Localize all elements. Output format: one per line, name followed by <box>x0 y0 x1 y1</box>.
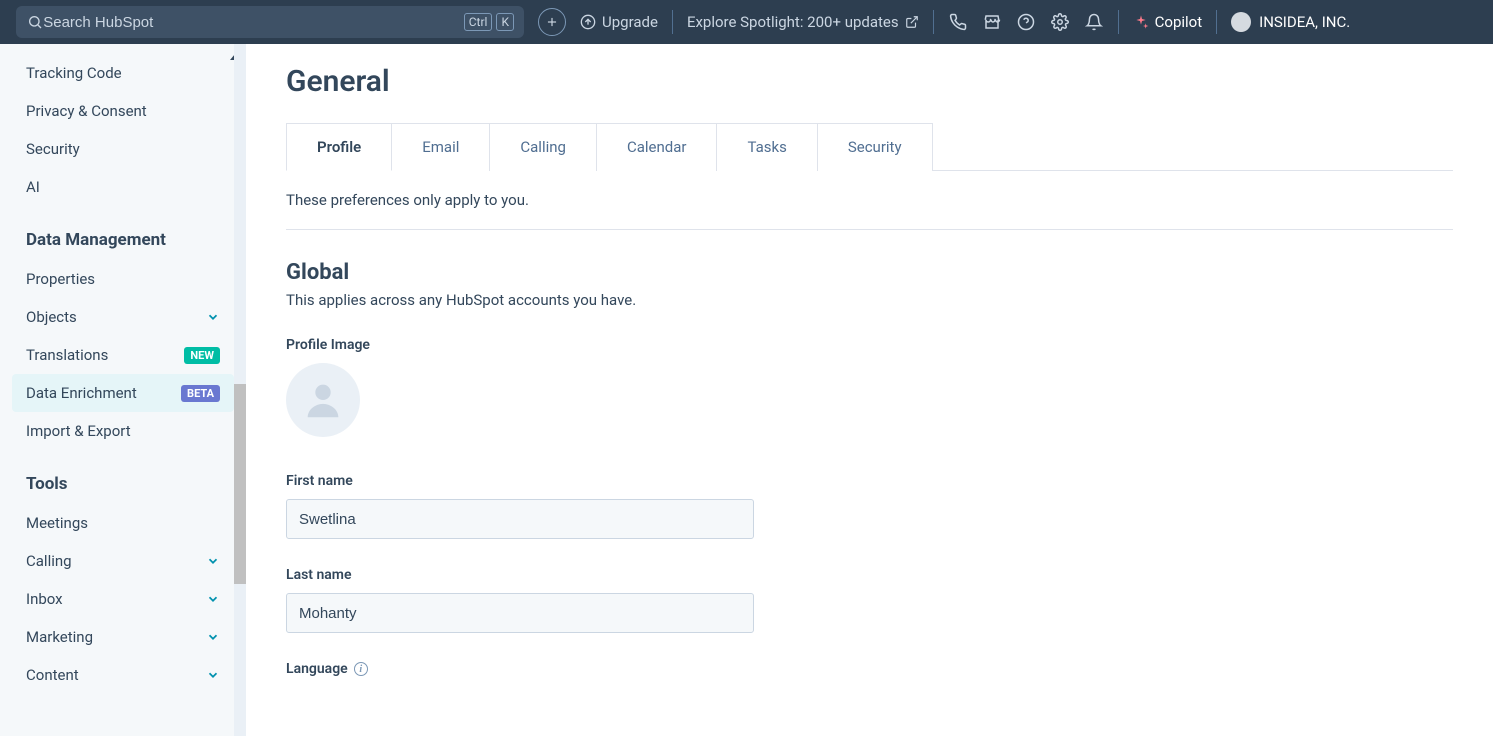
divider <box>286 229 1453 230</box>
kbd-ctrl: Ctrl <box>464 13 493 31</box>
sidebar: Tracking Code Privacy & Consent Security… <box>0 44 246 736</box>
sidebar-item-tracking-code[interactable]: Tracking Code <box>0 54 246 92</box>
sidebar-item-inbox[interactable]: Inbox <box>0 580 246 618</box>
spotlight-link[interactable]: Explore Spotlight: 200+ updates <box>687 13 919 31</box>
sparkle-icon <box>1133 14 1149 30</box>
sidebar-item-marketing[interactable]: Marketing <box>0 618 246 656</box>
label-last-name: Last name <box>286 567 1453 583</box>
main-content: General Profile Email Calling Calendar T… <box>246 44 1493 736</box>
create-button[interactable] <box>538 8 566 36</box>
sidebar-item-ai[interactable]: AI <box>0 168 246 206</box>
copilot-label: Copilot <box>1155 13 1203 31</box>
account-menu[interactable]: INSIDEA, INC. <box>1231 12 1350 32</box>
chevron-down-icon <box>206 592 220 606</box>
badge-new: NEW <box>184 347 220 364</box>
tab-email[interactable]: Email <box>392 123 490 171</box>
sidebar-item-content[interactable]: Content <box>0 656 246 694</box>
sidebar-item-security[interactable]: Security <box>0 130 246 168</box>
sidebar-item-translations[interactable]: Translations NEW <box>0 336 246 374</box>
upgrade-icon <box>580 14 596 30</box>
upgrade-label: Upgrade <box>602 13 658 31</box>
search-input[interactable] <box>43 14 464 31</box>
nav-divider <box>1118 10 1119 34</box>
tabs: Profile Email Calling Calendar Tasks Sec… <box>286 123 1453 171</box>
sidebar-heading-data-management: Data Management <box>0 206 246 260</box>
tab-profile[interactable]: Profile <box>286 123 392 171</box>
tab-security[interactable]: Security <box>818 123 933 171</box>
settings-icon[interactable] <box>1050 12 1070 32</box>
section-heading-global: Global <box>286 260 1453 285</box>
profile-image-upload[interactable] <box>286 363 360 437</box>
section-subtext: This applies across any HubSpot accounts… <box>286 291 1453 309</box>
marketplace-icon[interactable] <box>982 12 1002 32</box>
chevron-down-icon <box>206 630 220 644</box>
sidebar-item-calling[interactable]: Calling <box>0 542 246 580</box>
info-icon[interactable]: i <box>354 662 368 676</box>
person-icon <box>300 377 346 423</box>
sidebar-item-privacy[interactable]: Privacy & Consent <box>0 92 246 130</box>
top-nav: Ctrl K Upgrade Explore Spotlight: 200+ u… <box>0 0 1493 44</box>
sidebar-item-objects[interactable]: Objects <box>0 298 246 336</box>
preferences-hint: These preferences only apply to you. <box>286 191 1453 209</box>
badge-beta: BETA <box>181 385 220 402</box>
notifications-icon[interactable] <box>1084 12 1104 32</box>
spotlight-label: Explore Spotlight: 200+ updates <box>687 13 899 31</box>
first-name-input[interactable] <box>286 499 754 539</box>
tab-calling[interactable]: Calling <box>490 123 597 171</box>
sidebar-item-data-enrichment[interactable]: Data Enrichment BETA <box>12 374 234 412</box>
upgrade-button[interactable]: Upgrade <box>580 13 658 31</box>
label-first-name: First name <box>286 473 1453 489</box>
nav-divider <box>1216 10 1217 34</box>
last-name-input[interactable] <box>286 593 754 633</box>
tab-calendar[interactable]: Calendar <box>597 123 718 171</box>
scrollbar-thumb[interactable] <box>234 384 246 584</box>
chevron-down-icon <box>206 668 220 682</box>
sidebar-item-import-export[interactable]: Import & Export <box>0 412 246 450</box>
page-title: General <box>286 64 1453 99</box>
nav-divider <box>672 10 673 34</box>
chevron-down-icon <box>206 554 220 568</box>
sidebar-item-properties[interactable]: Properties <box>0 260 246 298</box>
chevron-down-icon <box>206 310 220 324</box>
help-icon[interactable] <box>1016 12 1036 32</box>
kbd-k: K <box>496 13 514 31</box>
sidebar-item-meetings[interactable]: Meetings <box>0 504 246 542</box>
search-icon <box>26 12 43 32</box>
phone-icon[interactable] <box>948 12 968 32</box>
avatar-icon <box>1231 12 1251 32</box>
tab-tasks[interactable]: Tasks <box>717 123 817 171</box>
copilot-button[interactable]: Copilot <box>1133 13 1203 31</box>
external-link-icon <box>905 15 919 29</box>
sidebar-heading-tools: Tools <box>0 450 246 504</box>
search-wrapper[interactable]: Ctrl K <box>16 6 524 38</box>
label-profile-image: Profile Image <box>286 337 1453 353</box>
nav-divider <box>933 10 934 34</box>
label-language: Language i <box>286 661 1453 677</box>
account-label: INSIDEA, INC. <box>1259 13 1350 31</box>
search-kbd: Ctrl K <box>464 13 514 31</box>
